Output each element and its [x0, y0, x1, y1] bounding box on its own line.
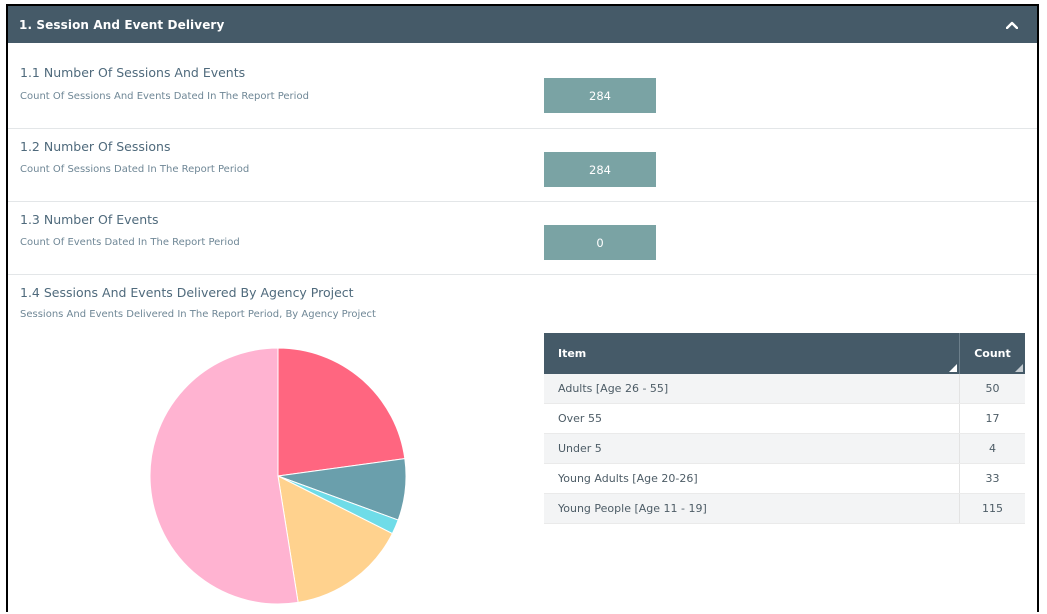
metric-events: 1.3 Number Of Events Count Of Events Dat… — [8, 202, 1037, 275]
breakdown-table: Item Count Adults [Age 26 - 55] 50 Over … — [544, 333, 1025, 524]
row-count: 115 — [959, 493, 1025, 524]
row-item: Adults [Age 26 - 55] — [544, 374, 960, 404]
chevron-up-icon[interactable] — [1003, 16, 1021, 34]
row-count: 33 — [959, 463, 1025, 494]
metric-subtitle: Count Of Sessions Dated In The Report Pe… — [20, 164, 250, 175]
column-header-count[interactable]: Count — [959, 333, 1025, 374]
table-row: Young Adults [Age 20-26] 33 — [544, 463, 1025, 494]
section-title: 1. Session And Event Delivery — [19, 17, 225, 32]
metric-value: 284 — [544, 78, 656, 113]
row-count: 50 — [959, 374, 1025, 404]
section-header[interactable]: 1. Session And Event Delivery — [8, 6, 1037, 43]
table-row: Young People [Age 11 - 19] 115 — [544, 493, 1025, 524]
table-row: Adults [Age 26 - 55] 50 — [544, 374, 1025, 404]
metric-sessions: 1.2 Number Of Sessions Count Of Sessions… — [8, 129, 1037, 202]
row-item: Young People [Age 11 - 19] — [544, 493, 960, 524]
table-row: Over 55 17 — [544, 403, 1025, 434]
metric-sessions-events: 1.1 Number Of Sessions And Events Count … — [8, 43, 1037, 129]
metric-subtitle: Count Of Events Dated In The Report Peri… — [20, 237, 240, 248]
row-item: Under 5 — [544, 433, 960, 464]
row-item: Over 55 — [544, 403, 960, 434]
row-count: 17 — [959, 403, 1025, 434]
pie-slice-young-people-age-11-19[interactable] — [149, 348, 299, 604]
pie-slice-adults-age-26-55[interactable] — [277, 348, 406, 477]
column-header-item[interactable]: Item — [544, 333, 960, 374]
metric-title: 1.2 Number Of Sessions — [20, 139, 171, 154]
metric-subtitle: Count Of Sessions And Events Dated In Th… — [20, 91, 309, 102]
metric-value: 0 — [544, 225, 656, 260]
row-count: 4 — [959, 433, 1025, 464]
breakdown-title: 1.4 Sessions And Events Delivered By Age… — [20, 285, 354, 300]
table-header-row: Item Count — [544, 333, 1025, 374]
metric-title: 1.1 Number Of Sessions And Events — [20, 65, 246, 80]
row-item: Young Adults [Age 20-26] — [544, 463, 960, 494]
report-panel: 1. Session And Event Delivery 1.1 Number… — [6, 4, 1039, 612]
metric-value: 284 — [544, 152, 656, 187]
pie-chart — [149, 348, 407, 604]
table-row: Under 5 4 — [544, 433, 1025, 464]
metric-title: 1.3 Number Of Events — [20, 212, 159, 227]
breakdown-subtitle: Sessions And Events Delivered In The Rep… — [20, 309, 376, 320]
